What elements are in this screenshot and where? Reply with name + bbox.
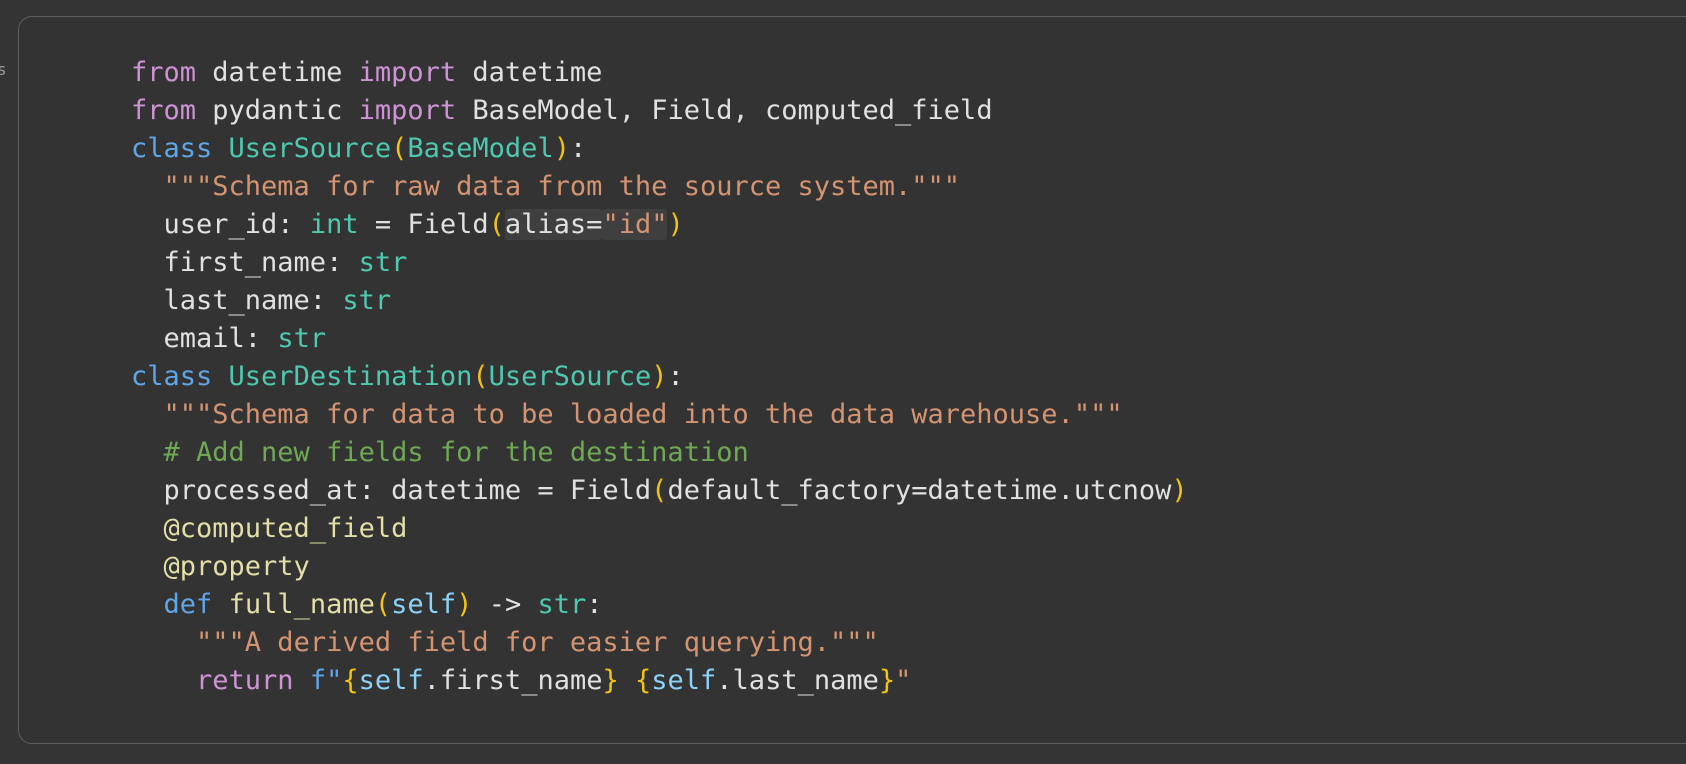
code-token: ( xyxy=(651,475,668,506)
code-line: processed_at: datetime = Field(default_f… xyxy=(131,472,1188,510)
code-token: """Schema for data to be loaded into the… xyxy=(163,399,1123,430)
code-token: : xyxy=(569,133,587,164)
code-line: def full_name(self) -> str: xyxy=(131,586,1188,624)
code-line: """Schema for raw data from the source s… xyxy=(131,168,1188,206)
code-line: @computed_field xyxy=(131,510,1188,548)
code-token: default_factory=datetime.utcnow xyxy=(667,475,1172,506)
code-token: ( xyxy=(391,133,408,164)
code-token: pydantic xyxy=(196,95,359,126)
code-token: .first_name xyxy=(423,665,603,696)
code-token: ) xyxy=(456,589,473,620)
code-token: ) xyxy=(651,361,668,392)
code-line: from datetime import datetime xyxy=(131,54,1188,92)
code-line: last_name: str xyxy=(131,282,1188,320)
code-line: first_name: str xyxy=(131,244,1188,282)
code-token: -> xyxy=(472,589,538,620)
code-token: datetime xyxy=(456,57,603,88)
code-token: BaseModel, Field, computed_field xyxy=(456,95,993,126)
code-line: @property xyxy=(131,548,1188,586)
code-line: # Add new fields for the destination xyxy=(131,434,1188,472)
code-line: """Schema for data to be loaded into the… xyxy=(131,396,1188,434)
code-token: email: xyxy=(131,323,278,354)
code-token: self xyxy=(358,665,424,696)
code-token: ) xyxy=(667,209,684,240)
code-token: } xyxy=(878,665,896,696)
code-token: f" xyxy=(309,665,343,696)
code-token: " xyxy=(895,665,912,696)
code-token: ( xyxy=(374,589,392,620)
code-token: from xyxy=(131,95,197,126)
code-token: str xyxy=(358,247,408,278)
code-token: @property xyxy=(163,551,310,582)
code-token: import xyxy=(358,95,457,126)
code-token: : xyxy=(667,361,684,392)
code-token: ( xyxy=(472,361,489,392)
code-token: """Schema for raw data from the source s… xyxy=(163,171,961,202)
code-token: processed_at: datetime = Field xyxy=(131,475,652,506)
code-token: """A derived field for easier querying."… xyxy=(196,627,879,658)
code-token: self xyxy=(651,665,717,696)
code-token: class xyxy=(131,361,213,392)
code-token: self xyxy=(391,589,457,620)
code-token: ( xyxy=(488,209,505,240)
code-token: @computed_field xyxy=(163,513,408,544)
code-token: class xyxy=(131,133,213,164)
code-line: """A derived field for easier querying."… xyxy=(131,624,1188,662)
code-token: alias= xyxy=(504,209,603,240)
code-line: class UserDestination(UserSource): xyxy=(131,358,1188,396)
code-token: str xyxy=(537,589,587,620)
code-token: first_name: xyxy=(131,247,359,278)
code-token: UserSource xyxy=(488,361,652,392)
code-line: email: str xyxy=(131,320,1188,358)
code-token: UserDestination xyxy=(228,361,473,392)
code-token: str xyxy=(342,285,392,316)
code-token: : xyxy=(586,589,603,620)
code-token: datetime xyxy=(196,57,359,88)
code-token: } xyxy=(602,665,619,696)
code-token: "id" xyxy=(602,209,668,240)
code-line: from pydantic import BaseModel, Field, c… xyxy=(131,92,1188,130)
code-token: user_id: xyxy=(131,209,310,240)
code-token: { xyxy=(635,665,652,696)
code-token: int xyxy=(309,209,359,240)
code-token: = Field xyxy=(358,209,489,240)
code-line: return f"{self.first_name} {self.last_na… xyxy=(131,662,1188,700)
code-lines: from datetime import datetime from pydant… xyxy=(131,54,1188,700)
clipped-side-text: s xyxy=(0,60,7,79)
code-token: return xyxy=(196,665,294,696)
code-token: .last_name xyxy=(716,665,879,696)
code-token: from xyxy=(131,57,197,88)
code-line: user_id: int = Field(alias="id") xyxy=(131,206,1188,244)
code-token: UserSource xyxy=(228,133,392,164)
code-token: ) xyxy=(553,133,570,164)
code-token: last_name: xyxy=(131,285,343,316)
code-token: # Add new fields for the destination xyxy=(163,437,749,468)
code-token: BaseModel xyxy=(407,133,554,164)
code-token: import xyxy=(358,57,457,88)
code-token: str xyxy=(277,323,327,354)
code-token: { xyxy=(342,665,359,696)
code-line: class UserSource(BaseModel): xyxy=(131,130,1188,168)
code-token: def xyxy=(163,589,213,620)
code-token: ) xyxy=(1171,475,1188,506)
code-token: full_name xyxy=(228,589,375,620)
code-block: from datetime import datetime from pydant… xyxy=(18,16,1686,744)
